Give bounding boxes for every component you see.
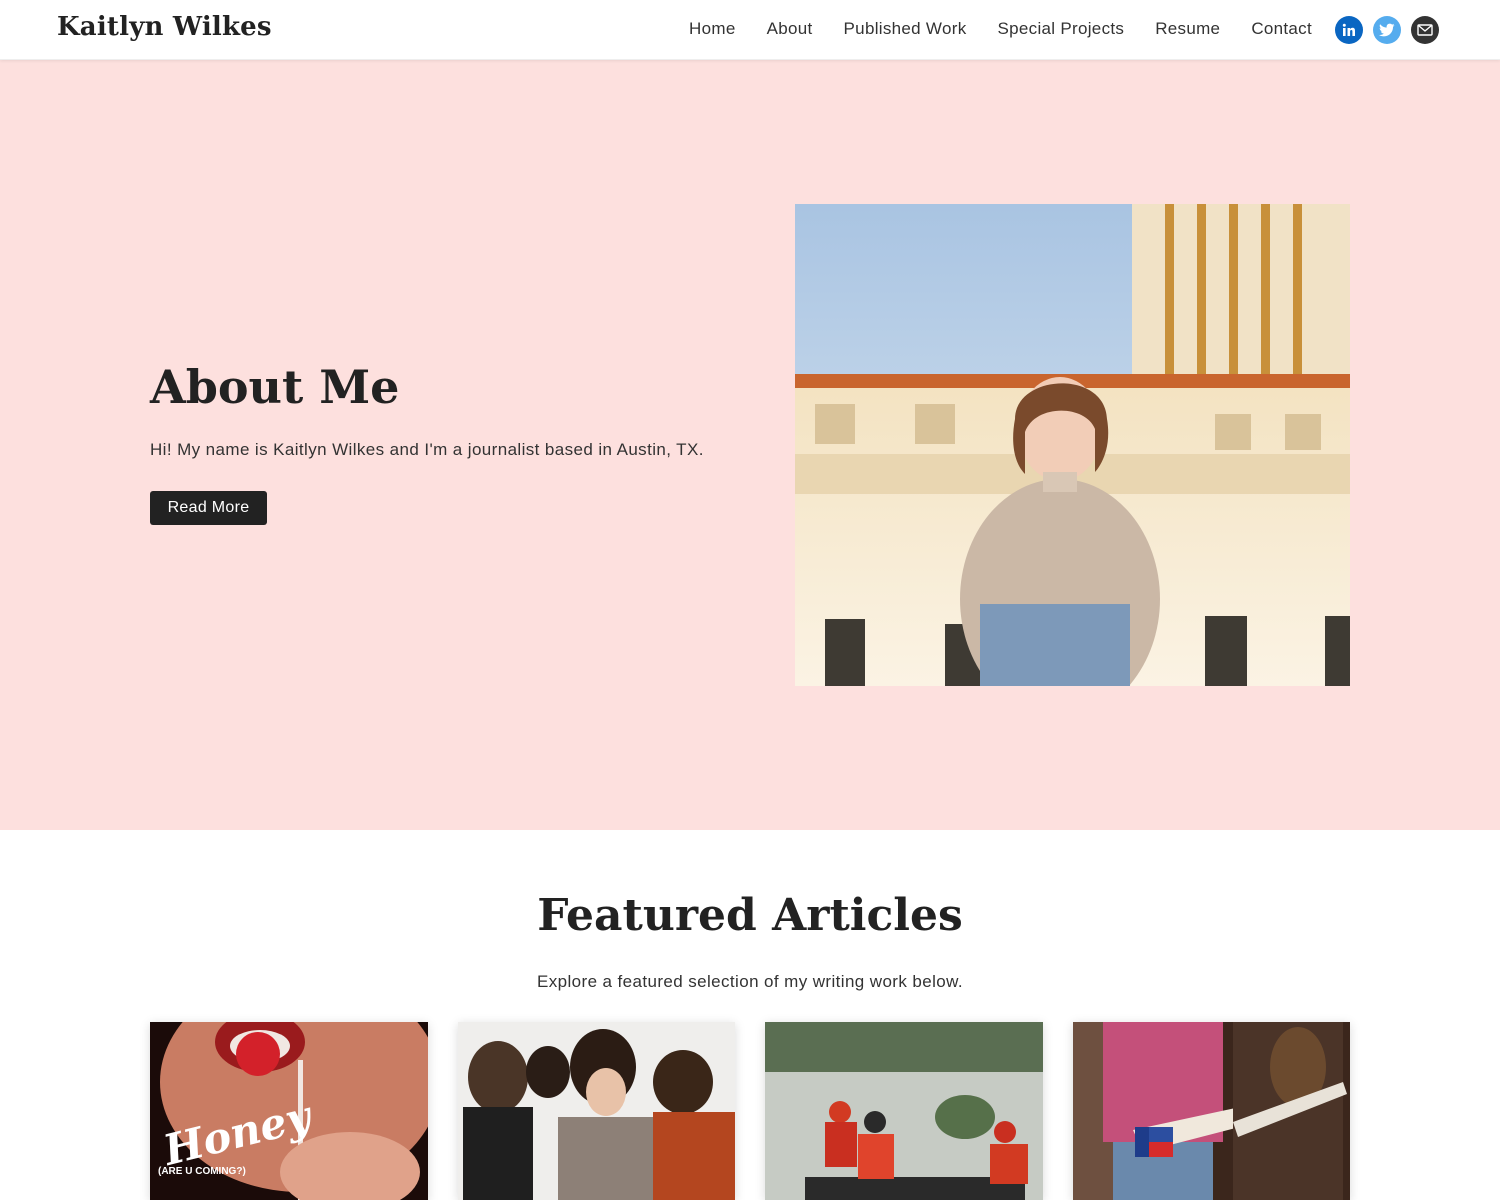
article-card[interactable] — [458, 1022, 735, 1200]
article-card[interactable]: Honey (ARE U COMING?) — [150, 1022, 428, 1200]
nav-contact[interactable]: Contact — [1251, 19, 1312, 39]
nav-published-work[interactable]: Published Work — [844, 19, 967, 39]
read-more-button[interactable]: Read More — [150, 491, 267, 525]
about-title: About Me — [150, 360, 400, 414]
article-card[interactable] — [765, 1022, 1043, 1200]
nav-home[interactable]: Home — [689, 19, 736, 39]
profile-photo — [795, 204, 1350, 686]
twitter-icon[interactable] — [1373, 16, 1401, 44]
honey-cover-subtext: (ARE U COMING?) — [158, 1166, 246, 1177]
email-icon[interactable] — [1411, 16, 1439, 44]
main-nav: Home About Published Work Special Projec… — [689, 19, 1312, 39]
nav-about[interactable]: About — [767, 19, 813, 39]
featured-articles-subtitle: Explore a featured selection of my writi… — [536, 972, 963, 991]
article-card[interactable] — [1073, 1022, 1350, 1200]
social-links — [1335, 16, 1439, 44]
featured-articles-title: Featured Articles — [537, 890, 963, 941]
about-intro-text: Hi! My name is Kaitlyn Wilkes and I'm a … — [150, 440, 704, 459]
linkedin-icon[interactable] — [1335, 16, 1363, 44]
site-header: Kaitlyn Wilkes Home About Published Work… — [0, 0, 1500, 60]
nav-special-projects[interactable]: Special Projects — [998, 19, 1125, 39]
nav-resume[interactable]: Resume — [1155, 19, 1220, 39]
about-hero: About Me Hi! My name is Kaitlyn Wilkes a… — [0, 60, 1500, 830]
site-brand[interactable]: Kaitlyn Wilkes — [57, 12, 272, 42]
